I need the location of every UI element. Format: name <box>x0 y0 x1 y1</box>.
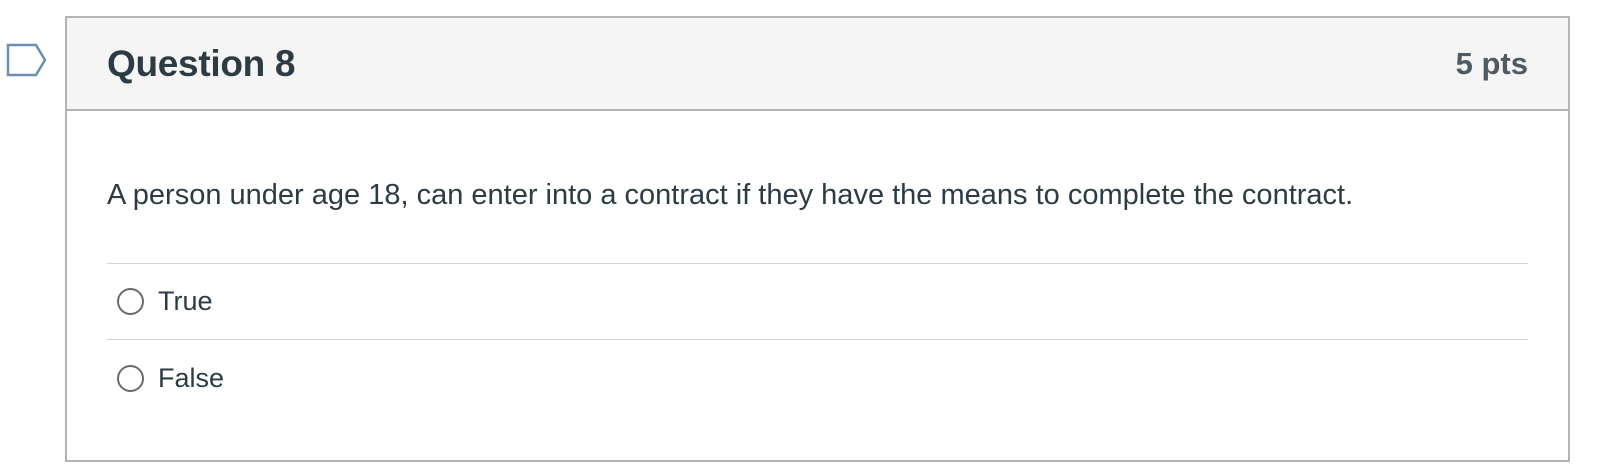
radio-button-false[interactable] <box>117 364 144 392</box>
question-body: A person under age 18, can enter into a … <box>67 111 1568 416</box>
answer-option-true[interactable]: True <box>107 264 1528 340</box>
answer-option-false[interactable]: False <box>107 340 1528 416</box>
flag-question-icon[interactable] <box>6 43 48 77</box>
question-title: Question 8 <box>107 42 296 84</box>
answer-list: True False <box>107 264 1528 416</box>
answer-label: False <box>158 362 225 393</box>
answer-label: True <box>158 286 213 316</box>
question-points: 5 pts <box>1455 45 1528 81</box>
radio-button-true[interactable] <box>117 288 144 315</box>
question-card: Question 8 5 pts A person under age 18, … <box>65 16 1570 462</box>
question-header: Question 8 5 pts <box>67 18 1568 111</box>
question-text: A person under age 18, can enter into a … <box>107 177 1528 264</box>
